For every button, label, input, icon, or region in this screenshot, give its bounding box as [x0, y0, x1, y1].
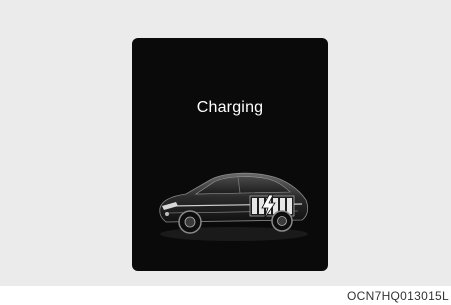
- ev-charging-car-icon: [159, 172, 309, 241]
- charging-status-text: Charging: [196, 99, 264, 116]
- cluster-display: Charging: [132, 38, 328, 271]
- figure-code: OCN7HQ013015L: [347, 289, 449, 303]
- illustration-panel: Charging: [0, 0, 451, 286]
